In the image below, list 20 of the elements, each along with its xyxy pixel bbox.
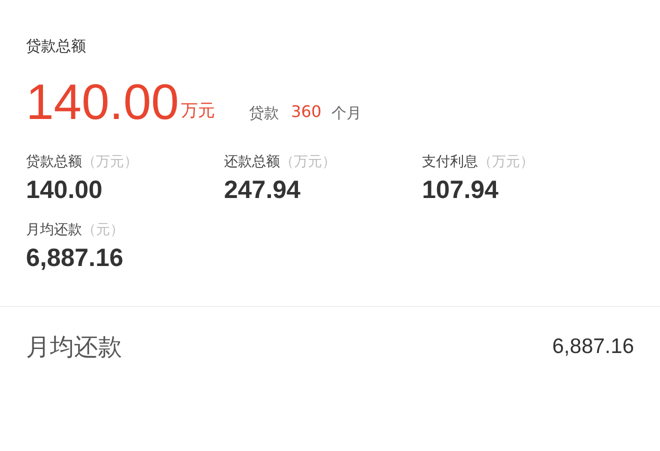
stat-value: 247.94 [224, 175, 302, 206]
stat-value: 107.94 [422, 175, 500, 206]
summary-label: 贷款总额 [26, 36, 87, 56]
stat-unit: （万元） [82, 153, 138, 172]
stat-value: 6,887.16 [26, 243, 124, 274]
stat-unit: （万元） [478, 153, 534, 172]
stat-label: 还款总额 [224, 153, 280, 172]
term-unit: 个月 [331, 102, 362, 124]
term-value: 360 [290, 101, 322, 123]
monthly-value: 6,887.16 [552, 334, 634, 360]
stat-unit: （元） [82, 221, 124, 240]
stat-value: 140.00 [26, 175, 104, 206]
stat-unit: （万元） [280, 153, 336, 172]
stat-label: 贷款总额 [26, 153, 82, 172]
stat-label: 月均还款 [26, 221, 82, 240]
term-label: 贷款 [248, 102, 279, 124]
amount-unit: 万元 [180, 100, 215, 122]
stat-label: 支付利息 [422, 153, 478, 172]
monthly-label: 月均还款 [26, 332, 122, 362]
loan-amount: 140.00 [26, 74, 179, 130]
